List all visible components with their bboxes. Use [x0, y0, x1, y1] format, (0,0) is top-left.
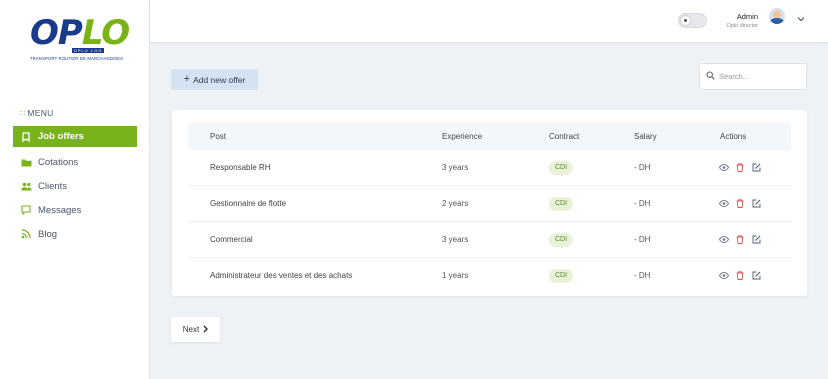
- top-header: Admin Oplo director: [150, 0, 828, 42]
- eye-icon[interactable]: [718, 271, 730, 281]
- table-header: Post Experience Contract Salary Actions: [188, 123, 791, 150]
- contract-badge: CDI: [549, 197, 574, 211]
- column-header-contract: Contract: [549, 132, 580, 141]
- sidebar-nav: Job offers Cotations Clients Messages Bl…: [13, 126, 137, 246]
- salary-cell: - DH: [634, 271, 651, 280]
- eye-icon[interactable]: [718, 235, 730, 245]
- sidebar-item-label: Clients: [38, 180, 68, 192]
- post-cell: Administrateur des ventes et des achats: [210, 271, 353, 280]
- sidebar-item-messages[interactable]: Messages: [13, 198, 137, 222]
- post-cell: Commercial: [210, 235, 253, 244]
- edit-icon[interactable]: [751, 163, 761, 174]
- grid-icon: ∷: [20, 108, 26, 118]
- chat-icon: [20, 205, 32, 215]
- toggle-knob: [681, 16, 690, 25]
- search-input[interactable]: [719, 72, 799, 81]
- folder-icon: [20, 158, 32, 167]
- trash-icon[interactable]: [735, 234, 745, 246]
- sidebar-item-label: Cotations: [38, 156, 79, 168]
- salary-cell: - DH: [634, 163, 651, 172]
- logo-bar: OPLO LOG: [72, 48, 104, 53]
- avatar[interactable]: [769, 8, 785, 24]
- experience-cell: 3 years: [442, 235, 469, 244]
- job-offers-table: Post Experience Contract Salary Actions …: [172, 110, 807, 296]
- edit-icon[interactable]: [751, 199, 761, 210]
- table-row: Gestionnaire de flotte 2 years CDI - DH: [188, 186, 791, 222]
- trash-icon[interactable]: [735, 198, 745, 210]
- sidebar-item-clients[interactable]: Clients: [13, 174, 137, 198]
- next-label: Next: [182, 325, 200, 334]
- row-actions: [718, 222, 761, 258]
- salary-cell: - DH: [634, 235, 651, 244]
- experience-cell: 1 years: [442, 271, 469, 280]
- trash-icon[interactable]: [735, 162, 745, 174]
- table-row: Administrateur des ventes et des achats …: [188, 258, 791, 294]
- users-icon: [20, 182, 32, 191]
- experience-cell: 3 years: [442, 163, 469, 172]
- sidebar-item-job-offers[interactable]: Job offers: [13, 126, 137, 147]
- logo-tagline: TRANSPORT ROUTIER DE MARCHANDISES: [30, 56, 124, 61]
- contract-badge: CDI: [549, 233, 574, 247]
- eye-icon[interactable]: [718, 199, 730, 209]
- contract-badge: CDI: [549, 269, 574, 283]
- menu-heading-label: MENU: [27, 108, 54, 118]
- sidebar-item-label: Blog: [38, 228, 58, 240]
- table-row: Commercial 3 years CDI - DH: [188, 222, 791, 258]
- column-header-salary: Salary: [634, 132, 657, 141]
- add-offer-button[interactable]: + Add new offer: [171, 69, 258, 90]
- salary-cell: - DH: [634, 199, 651, 208]
- next-page-button[interactable]: Next: [171, 317, 220, 342]
- search-icon: [706, 71, 715, 82]
- row-actions: [718, 186, 761, 222]
- row-actions: [718, 150, 761, 186]
- post-cell: Gestionnaire de flotte: [210, 199, 287, 208]
- logo-wordmark: OPLO: [30, 13, 130, 53]
- column-header-experience: Experience: [442, 132, 483, 141]
- theme-toggle[interactable]: [678, 13, 707, 28]
- sidebar-item-cotations[interactable]: Cotations: [13, 150, 137, 174]
- row-actions: [718, 258, 761, 294]
- table-row: Responsable RH 3 years CDI - DH: [188, 150, 791, 186]
- sidebar-item-blog[interactable]: Blog: [13, 222, 137, 246]
- user-name: Admin: [736, 12, 758, 21]
- search-box: [699, 63, 807, 90]
- user-role: Oplo director: [726, 23, 759, 29]
- trash-icon[interactable]: [735, 270, 745, 282]
- contract-badge: CDI: [549, 161, 574, 175]
- column-header-actions: Actions: [720, 132, 747, 141]
- bookmark-icon: [20, 131, 32, 142]
- sidebar-item-label: Job offers: [38, 131, 84, 142]
- menu-heading: ∷ MENU: [20, 108, 54, 118]
- oplo-logo[interactable]: OPLO OPLO LOG TRANSPORT ROUTIER DE MARCH…: [28, 15, 130, 67]
- post-cell: Responsable RH: [210, 163, 271, 172]
- sidebar-item-label: Messages: [38, 204, 82, 216]
- eye-icon[interactable]: [718, 163, 730, 173]
- experience-cell: 2 years: [442, 199, 469, 208]
- sidebar: OPLO OPLO LOG TRANSPORT ROUTIER DE MARCH…: [0, 0, 150, 379]
- plus-icon: +: [183, 73, 191, 85]
- avatar-body: [770, 18, 784, 24]
- edit-icon[interactable]: [751, 271, 761, 282]
- chevron-down-icon[interactable]: [797, 14, 805, 24]
- chevron-right-icon: [203, 325, 209, 335]
- edit-icon[interactable]: [751, 235, 761, 246]
- add-offer-label: Add new offer: [193, 74, 246, 85]
- column-header-post: Post: [210, 132, 227, 141]
- rss-icon: [20, 229, 32, 239]
